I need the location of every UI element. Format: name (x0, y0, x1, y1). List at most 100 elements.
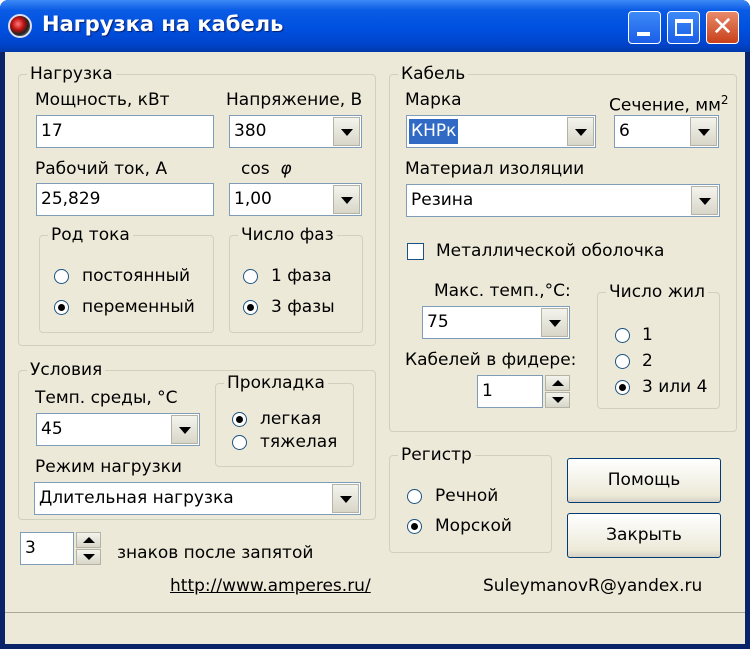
radio-register-sea[interactable] (407, 519, 422, 534)
conditions-group: Условия Темп. среды, °C 45 Прокладка лег… (18, 360, 376, 520)
max-temp-value: 75 (427, 312, 449, 332)
radio-register-river[interactable] (407, 489, 422, 504)
current-input[interactable]: 25,829 (36, 183, 214, 216)
radio-dc[interactable] (54, 269, 69, 284)
section-label-text: Сечение, мм (609, 95, 721, 116)
feeder-label: Кабелей в фидере: (405, 350, 577, 370)
max-temp-label: Макс. темп.,°C: (434, 281, 571, 301)
section-value: 6 (619, 121, 630, 141)
radio-register-river-label[interactable]: Речной (435, 486, 498, 506)
phi-symbol: φ (280, 159, 292, 179)
cable-group-title: Кабель (398, 64, 469, 84)
voltage-select[interactable]: 380 (229, 115, 362, 148)
section-label: Сечение, мм2 (609, 90, 729, 116)
spin-down-icon[interactable] (76, 549, 101, 565)
maximize-button[interactable] (667, 11, 700, 44)
close-dialog-button[interactable]: Закрыть (567, 513, 721, 558)
close-button[interactable]: ✕ (706, 11, 739, 44)
cores-group: Число жил 1 2 3 или 4 (597, 282, 720, 409)
chevron-down-icon[interactable] (171, 415, 198, 444)
phases-title: Число фаз (238, 225, 337, 245)
current-type-title: Род тока (48, 225, 133, 245)
section-unit-exponent: 2 (720, 93, 729, 107)
cos-label: cos φ (241, 159, 292, 179)
decimals-input[interactable]: 3 (20, 532, 74, 565)
website-link[interactable]: http://www.amperes.ru/ (170, 576, 371, 596)
insulation-label: Материал изоляции (405, 159, 585, 179)
radio-cores-3-4[interactable] (615, 380, 630, 395)
close-icon: ✕ (711, 12, 734, 42)
window-title: Нагрузка на кабель (42, 12, 284, 36)
chevron-down-icon[interactable] (691, 186, 718, 215)
load-mode-label: Режим нагрузки (35, 457, 182, 477)
radio-register-sea-label[interactable]: Морской (435, 516, 512, 536)
chevron-down-icon[interactable] (690, 117, 717, 146)
ambient-temp-select[interactable]: 45 (36, 413, 200, 446)
spin-up-icon[interactable] (76, 532, 101, 548)
chevron-down-icon[interactable] (567, 117, 594, 146)
ambient-temp-label: Темп. среды, °C (35, 388, 178, 408)
voltage-value: 380 (234, 121, 267, 141)
current-label: Рабочий ток, А (35, 159, 168, 179)
radio-cores-3-4-label[interactable]: 3 или 4 (642, 377, 707, 397)
app-icon[interactable] (8, 14, 32, 38)
maximize-icon (675, 19, 693, 36)
metal-sheath-checkbox[interactable] (407, 243, 424, 260)
register-group-title: Регистр (398, 445, 475, 465)
radio-laying-light[interactable] (232, 412, 247, 427)
cos-text: cos (241, 159, 270, 179)
phases-group: Число фаз 1 фаза 3 фазы (229, 225, 363, 333)
feeder-spinner[interactable] (545, 375, 570, 408)
spin-down-icon[interactable] (545, 392, 570, 408)
decimals-label: знаков после запятой (117, 543, 314, 563)
load-group: Нагрузка Мощность, кВт 17 Напряжение, В … (18, 64, 376, 346)
cos-value: 1,00 (234, 189, 272, 209)
load-mode-select[interactable]: Длительная нагрузка (34, 482, 361, 515)
radio-dc-label[interactable]: постоянный (82, 266, 190, 286)
radio-ac-label[interactable]: переменный (82, 297, 195, 317)
cos-select[interactable]: 1,00 (229, 183, 362, 216)
client-area: Нагрузка Мощность, кВт 17 Напряжение, В … (5, 52, 745, 644)
power-label: Мощность, кВт (35, 90, 170, 110)
radio-cores-2-label[interactable]: 2 (642, 351, 653, 371)
title-bar[interactable]: Нагрузка на кабель ✕ (0, 0, 750, 52)
radio-phase-3[interactable] (243, 300, 258, 315)
voltage-label: Напряжение, В (226, 90, 363, 110)
insulation-value: Резина (411, 190, 474, 210)
brand-select[interactable]: КНРк (406, 115, 596, 148)
brand-value: КНРк (409, 119, 459, 144)
chevron-down-icon[interactable] (333, 185, 360, 214)
radio-cores-1-label[interactable]: 1 (642, 325, 653, 345)
insulation-select[interactable]: Резина (406, 184, 720, 217)
brand-label: Марка (405, 90, 462, 110)
radio-ac[interactable] (54, 300, 69, 315)
radio-cores-2[interactable] (615, 354, 630, 369)
cable-group: Кабель Марка КНРк Сечение, мм2 6 Материа… (389, 64, 737, 432)
radio-laying-light-label[interactable]: легкая (260, 409, 321, 429)
status-bar (5, 612, 745, 644)
chevron-down-icon[interactable] (333, 117, 360, 146)
decimals-spinner[interactable] (76, 532, 101, 565)
minimize-button[interactable] (628, 11, 661, 44)
help-button[interactable]: Помощь (567, 458, 721, 503)
radio-laying-heavy-label[interactable]: тяжелая (260, 432, 337, 452)
conditions-group-title: Условия (27, 360, 106, 380)
laying-group-title: Прокладка (224, 373, 328, 393)
section-select[interactable]: 6 (614, 115, 719, 148)
radio-phase-1[interactable] (243, 269, 258, 284)
radio-laying-heavy[interactable] (232, 435, 247, 450)
load-mode-value: Длительная нагрузка (39, 488, 234, 508)
load-group-title: Нагрузка (27, 64, 116, 84)
radio-cores-1[interactable] (615, 328, 630, 343)
feeder-input[interactable]: 1 (477, 375, 543, 408)
chevron-down-icon[interactable] (541, 308, 568, 337)
app-window: Нагрузка на кабель ✕ Нагрузка Мощность, … (0, 0, 750, 649)
spin-up-icon[interactable] (545, 375, 570, 391)
current-type-group: Род тока постоянный переменный (39, 225, 214, 333)
radio-phase-3-label[interactable]: 3 фазы (271, 297, 335, 317)
metal-sheath-label[interactable]: Металлической оболочка (436, 241, 664, 261)
radio-phase-1-label[interactable]: 1 фаза (271, 266, 332, 286)
chevron-down-icon[interactable] (332, 484, 359, 513)
power-input[interactable]: 17 (36, 115, 214, 148)
max-temp-select[interactable]: 75 (422, 306, 570, 339)
